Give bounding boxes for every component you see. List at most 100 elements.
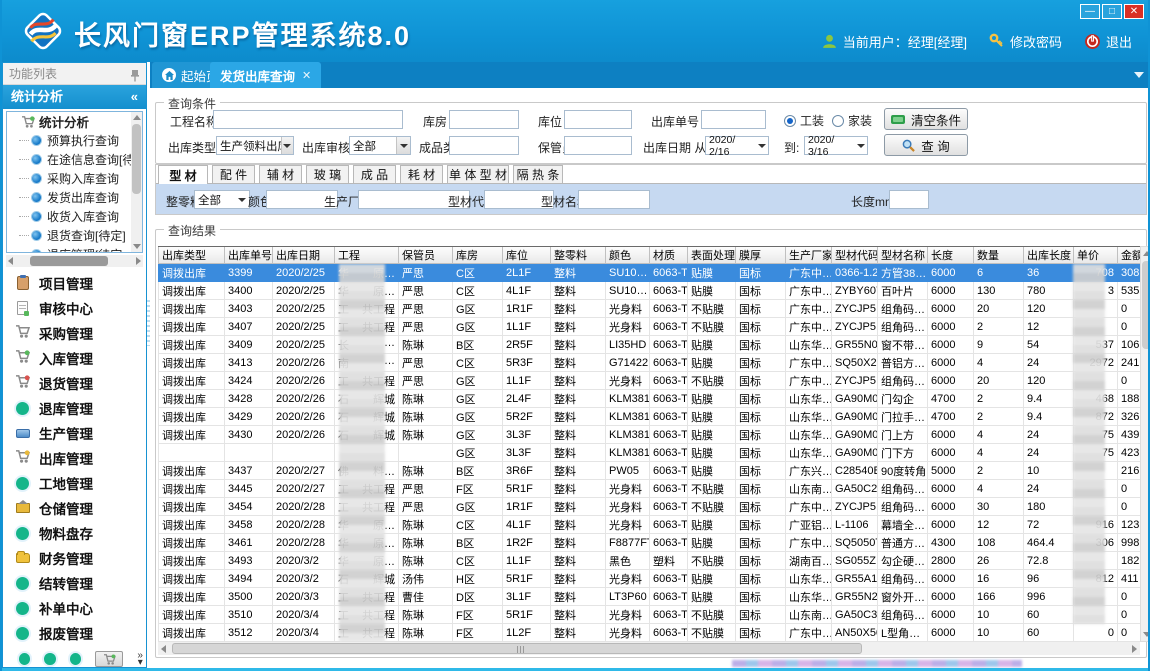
location-input[interactable] xyxy=(564,110,632,129)
table-row[interactable]: 调拨出库33992020/2/25华原…严思C区2L1F整料SU10…6063-… xyxy=(159,264,1141,282)
table-row[interactable]: 调拨出库34132020/2/26南…严思C区5R3F整料G714226063-… xyxy=(159,354,1141,372)
chevron-down-icon[interactable] xyxy=(235,191,249,208)
column-header[interactable]: 出库类型 xyxy=(159,247,225,264)
column-header[interactable]: 保管员 xyxy=(399,247,453,264)
material-tab-3[interactable]: 玻 璃 xyxy=(306,165,349,183)
tree-item[interactable]: 采购入库查询 xyxy=(7,169,142,188)
date-to-picker[interactable]: 2020/ 3/16 xyxy=(804,136,868,155)
material-tab-4[interactable]: 成 品 xyxy=(353,165,396,183)
sidebar-item-dot[interactable]: 结转管理 xyxy=(7,571,143,595)
table-row[interactable]: 调拨出库34452020/2/27工共工程严思F区5R1F整料光身料6063-T… xyxy=(159,480,1141,498)
scroll-right-icon[interactable] xyxy=(1132,645,1137,653)
tab-outbound-query[interactable]: 发货出库查询 ✕ xyxy=(210,62,321,88)
scroll-down-icon[interactable] xyxy=(133,244,141,249)
module-dot-icon[interactable] xyxy=(19,653,30,665)
table-row[interactable]: 调拨出库35122020/3/4工共工程陈琳F区1L2F整料光身料6063-T5… xyxy=(159,624,1141,642)
sidebar-item-cart-out[interactable]: 出库管理 xyxy=(7,446,143,470)
column-header[interactable]: 库位 xyxy=(503,247,551,264)
tree-item[interactable]: 收货入库查询 xyxy=(7,207,142,226)
table-row[interactable]: 调拨出库35102020/3/4工共工程陈琳F区5R1F整料光身料6063-T5… xyxy=(159,606,1141,624)
column-header[interactable]: 长度 xyxy=(928,247,974,264)
material-tab-5[interactable]: 耗 材 xyxy=(400,165,443,183)
sidebar-item-warehouse[interactable]: 仓储管理 xyxy=(7,496,143,520)
table-row[interactable]: 调拨出库34092020/2/25长…陈琳B区2R5F整料LI35HD6063-… xyxy=(159,336,1141,354)
tree-vertical-scrollbar[interactable] xyxy=(131,112,142,252)
sidebar-item-cart-in[interactable]: 入库管理 xyxy=(7,346,143,370)
logout-button[interactable]: 退出 xyxy=(1084,32,1132,51)
radio-work-clothing[interactable]: 工装 xyxy=(784,112,824,129)
table-row[interactable]: 调拨出库34372020/2/27佛料…陈琳B区3R6F整料PW056063-T… xyxy=(159,462,1141,480)
tab-list-dropdown-icon[interactable] xyxy=(1134,72,1144,78)
material-tab-7[interactable]: 隔 热 条 xyxy=(513,165,563,183)
date-from-picker[interactable]: 2020/ 2/16 xyxy=(705,136,769,155)
change-password-button[interactable]: 修改密码 xyxy=(989,32,1062,51)
column-header[interactable]: 数量 xyxy=(974,247,1024,264)
length-input[interactable] xyxy=(889,190,929,209)
scroll-left-icon[interactable] xyxy=(161,645,166,653)
table-row[interactable]: G区3L3F整料KLM38176063-T5贴膜国标山东华…GA90M09.门下… xyxy=(159,444,1141,462)
tree-item[interactable]: 退库管理[待定 xyxy=(7,245,142,253)
out-type-combo[interactable]: 生产领料出库 xyxy=(216,136,294,155)
sidebar-item-dot[interactable]: 工地管理 xyxy=(7,471,143,495)
tree-item[interactable]: 预算执行查询 xyxy=(7,131,142,150)
search-button[interactable]: 查 询 xyxy=(884,134,968,156)
sidebar-item-dot[interactable]: 补单中心 xyxy=(7,596,143,620)
whole-piece-combo[interactable]: 全部 xyxy=(194,190,250,209)
column-header[interactable]: 出库长度 xyxy=(1024,247,1074,264)
close-button[interactable]: ✕ xyxy=(1124,4,1144,19)
column-header[interactable]: 型材名称 xyxy=(878,247,928,264)
column-header[interactable]: 材质 xyxy=(650,247,688,264)
table-row[interactable]: 调拨出库34302020/2/26石辉城陈琳G区3L3F整料KLM3817606… xyxy=(159,426,1141,444)
column-header[interactable]: 库房 xyxy=(453,247,503,264)
table-row[interactable]: 调拨出库34282020/2/26石辉城陈琳G区2L4F整料KLM3817606… xyxy=(159,390,1141,408)
column-header[interactable]: 出库日期 xyxy=(273,247,335,264)
column-header[interactable]: 金额 xyxy=(1118,247,1141,264)
column-header[interactable]: 表面处理 xyxy=(688,247,736,264)
scroll-up-icon[interactable] xyxy=(1143,251,1150,256)
tree-horizontal-scrollbar[interactable] xyxy=(6,255,143,267)
material-tab-0[interactable]: 型 材 xyxy=(158,165,208,184)
tree-root-statistics[interactable]: 统计分析 xyxy=(7,112,142,131)
sidebar-item-dot[interactable]: 物料盘存 xyxy=(7,521,143,545)
project-name-input[interactable] xyxy=(213,110,403,129)
profile-name-input[interactable] xyxy=(578,190,650,209)
tree-item[interactable]: 发货出库查询 xyxy=(7,188,142,207)
more-modules-button[interactable]: »▾ xyxy=(137,652,143,666)
scrollbar-thumb[interactable] xyxy=(30,256,108,266)
sidebar-item-dot[interactable]: 退库管理 xyxy=(7,396,143,420)
sidebar-item-machine[interactable]: 生产管理 xyxy=(7,421,143,445)
column-header[interactable]: 单价 xyxy=(1074,247,1118,264)
column-header[interactable]: 出库单号 xyxy=(225,247,273,264)
chevron-down-icon[interactable] xyxy=(281,137,293,154)
tree-item[interactable]: 在途信息查询[待 xyxy=(7,150,142,169)
table-row[interactable]: 调拨出库34542020/2/28工共工程严思G区1R1F整料光身料6063-T… xyxy=(159,498,1141,516)
column-header[interactable]: 膜厚 xyxy=(736,247,786,264)
material-tab-6[interactable]: 单 体 型 材 xyxy=(447,165,509,183)
material-tab-1[interactable]: 配 件 xyxy=(212,165,255,183)
table-row[interactable]: 调拨出库34002020/2/25华原…严思C区4L1F整料SU10…6063-… xyxy=(159,282,1141,300)
tree-item[interactable]: 退货查询[待定] xyxy=(7,226,142,245)
maximize-button[interactable]: □ xyxy=(1102,4,1122,19)
chevron-down-icon[interactable] xyxy=(755,137,768,154)
tab-close-icon[interactable]: ✕ xyxy=(302,69,311,82)
audit-combo[interactable]: 全部 xyxy=(349,136,411,155)
order-no-input[interactable] xyxy=(701,110,766,129)
sidebar-item-checklist[interactable]: 审核中心 xyxy=(7,296,143,320)
scrollbar-thumb[interactable] xyxy=(172,643,862,654)
sidebar-item-folder[interactable]: 财务管理 xyxy=(7,546,143,570)
keeper-input[interactable] xyxy=(564,136,632,155)
scroll-down-icon[interactable] xyxy=(1143,632,1150,637)
table-row[interactable]: 调拨出库34932020/3/2华原…陈琳C区1L1F整料黑色塑料不贴膜国标湖南… xyxy=(159,552,1141,570)
table-row[interactable]: 调拨出库34612020/2/28华原…陈琳B区1R2F整料F8877FT606… xyxy=(159,534,1141,552)
collapse-icon[interactable]: « xyxy=(131,85,138,109)
chevron-down-icon[interactable] xyxy=(396,137,410,154)
sidebar-item-clipboard[interactable]: 项目管理 xyxy=(7,271,143,295)
cart-module-button[interactable] xyxy=(95,651,123,667)
scroll-up-icon[interactable] xyxy=(133,115,141,120)
table-row[interactable]: 调拨出库34072020/2/25工共工程严思G区1L1F整料光身料6063-T… xyxy=(159,318,1141,336)
module-dot-icon[interactable] xyxy=(70,653,81,665)
table-row[interactable]: 调拨出库35002020/3/3工共工程曹佳D区3L1F整料LT3P606063… xyxy=(159,588,1141,606)
material-tab-2[interactable]: 辅 材 xyxy=(259,165,302,183)
sidebar-item-cart[interactable]: 采购管理 xyxy=(7,321,143,345)
table-row[interactable]: 调拨出库34942020/3/2石辉城汤伟H区5R1F整料光身料6063-T5贴… xyxy=(159,570,1141,588)
